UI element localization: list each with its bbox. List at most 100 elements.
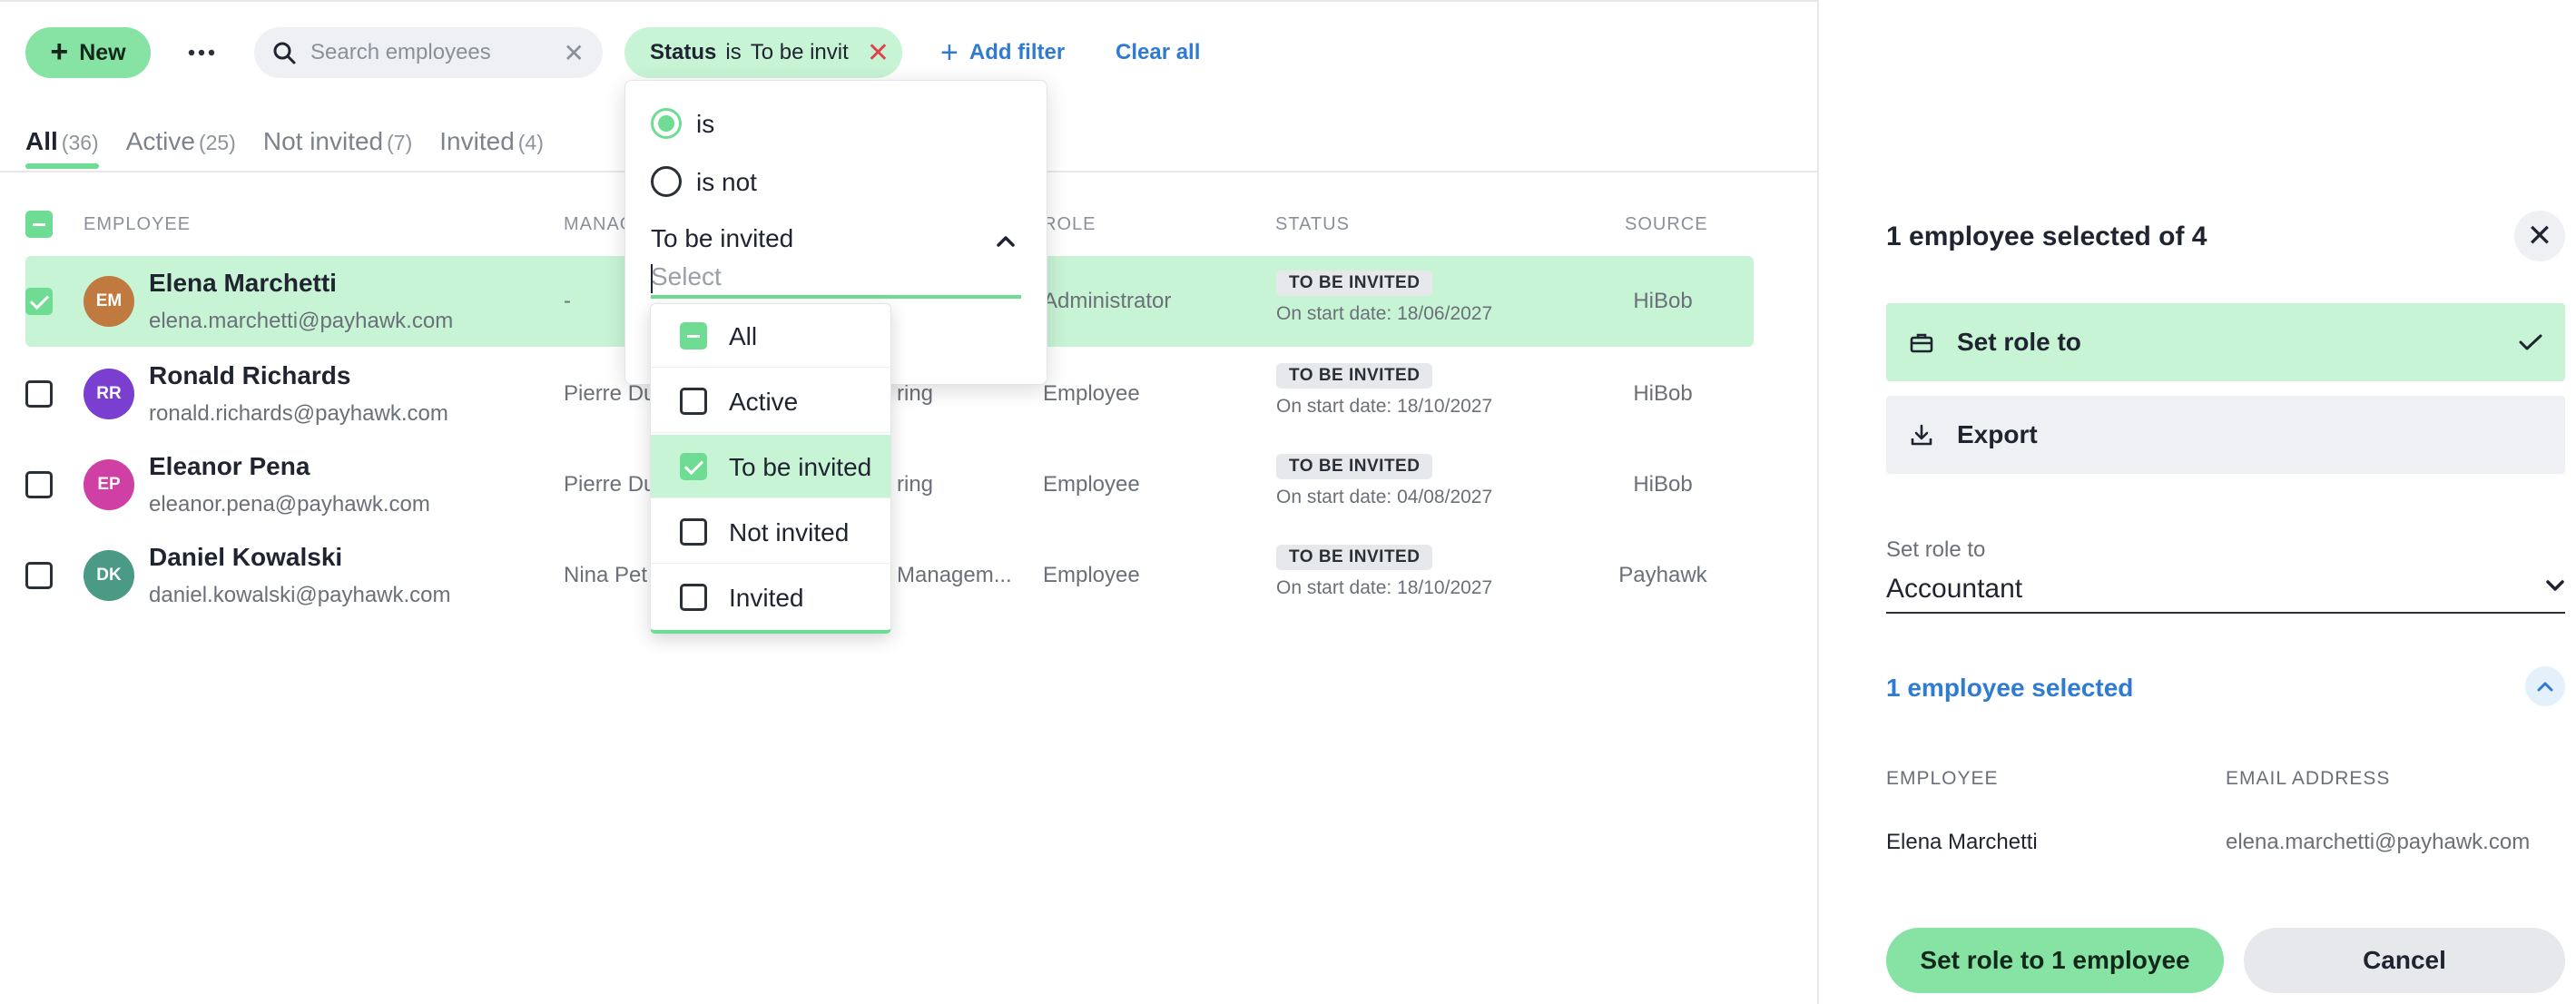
employee-name: Ronald Richards — [149, 361, 351, 389]
column-header-email: EMAIL ADDRESS — [2226, 768, 2391, 789]
more-options-button[interactable] — [182, 34, 221, 71]
option-checkbox — [680, 518, 707, 546]
new-button[interactable]: + New — [25, 27, 151, 78]
column-header-status[interactable]: STATUS — [1275, 214, 1350, 235]
tab-label: Not invited — [262, 127, 384, 155]
briefcase-icon — [1908, 331, 1935, 353]
text-caret — [651, 264, 653, 293]
source-cell: Payhawk — [1618, 563, 1707, 587]
tab-active[interactable]: Active (25) — [126, 127, 236, 169]
selected-summary-toggle[interactable]: 1 employee selected — [1886, 674, 2133, 703]
search-icon — [273, 42, 296, 64]
option-label: All — [729, 322, 758, 350]
tab-label: Invited — [439, 127, 515, 155]
filter-chip-value: To be invit — [750, 40, 849, 64]
new-button-label: New — [79, 39, 126, 65]
tab-count: (25) — [198, 131, 236, 154]
row-checkbox[interactable] — [25, 380, 53, 408]
action-set-role[interactable]: Set role to — [1886, 303, 2565, 381]
option-not-invited[interactable]: Not invited — [651, 500, 890, 564]
tab-label: All — [25, 127, 58, 155]
column-header-source[interactable]: SOURCE — [1625, 214, 1708, 235]
option-label: Invited — [729, 584, 804, 612]
employee-name: Elena Marchetti — [149, 269, 337, 297]
avatar: DK — [84, 550, 134, 601]
status-badge: TO BE INVITED — [1276, 363, 1433, 389]
tab-count: (7) — [387, 131, 413, 154]
start-date: On start date: 18/06/2027 — [1276, 303, 1493, 324]
cancel-button[interactable]: Cancel — [2244, 928, 2565, 993]
row-checkbox[interactable] — [25, 471, 53, 498]
plus-icon: + — [50, 34, 69, 69]
option-to-be-invited[interactable]: To be invited — [651, 435, 890, 498]
option-label: To be invited — [729, 453, 872, 481]
manager-cell: - — [564, 289, 571, 313]
option-checkbox — [680, 322, 707, 349]
option-checkbox — [680, 388, 707, 415]
more-horizontal-icon — [188, 49, 215, 56]
role-select[interactable]: Accountant — [1886, 574, 2565, 614]
clear-search-icon[interactable]: ✕ — [564, 38, 585, 68]
panel-title: 1 employee selected of 4 — [1886, 221, 2207, 251]
start-date: On start date: 18/10/2027 — [1276, 577, 1493, 598]
option-all[interactable]: All — [651, 304, 890, 368]
option-active[interactable]: Active — [651, 369, 890, 433]
source-cell: HiBob — [1633, 472, 1693, 497]
status-select-input[interactable] — [651, 259, 1021, 299]
radio-is-not-label: is not — [696, 168, 757, 196]
manager-cell: Pierre Du — [564, 472, 656, 497]
check-icon — [2519, 334, 2542, 350]
action-export[interactable]: Export — [1886, 396, 2565, 474]
employee-email: ronald.richards@payhawk.com — [149, 401, 448, 426]
set-role-submit-button[interactable]: Set role to 1 employee — [1886, 928, 2224, 993]
option-invited[interactable]: Invited — [651, 566, 890, 629]
option-checkbox — [680, 453, 707, 480]
row-checkbox[interactable] — [25, 562, 53, 589]
clear-all-link[interactable]: Clear all — [1116, 40, 1200, 65]
option-checkbox — [680, 584, 707, 611]
action-label: Set role to — [1957, 328, 2081, 356]
department-cell: ring — [897, 472, 934, 497]
radio-is[interactable] — [651, 108, 682, 139]
tab-bar: All (36) Active (25) Not invited (7) Inv… — [25, 127, 544, 169]
add-filter-button[interactable]: + Add filter — [940, 36, 1065, 69]
filter-chip-key: Status — [650, 40, 717, 64]
add-filter-label: Add filter — [968, 40, 1066, 64]
manager-cell: Nina Pet — [564, 563, 648, 587]
tab-label: Active — [125, 127, 195, 155]
remove-filter-icon[interactable]: ✕ — [867, 37, 890, 69]
column-header-role[interactable]: ROLE — [1043, 214, 1096, 235]
radio-is-not[interactable] — [651, 166, 682, 197]
select-all-checkbox[interactable] — [25, 211, 53, 238]
role-cell: Employee — [1043, 381, 1140, 406]
employee-email: elena.marchetti@payhawk.com — [149, 309, 454, 333]
employee-email: daniel.kowalski@payhawk.com — [149, 583, 451, 607]
department-cell: Managem... — [897, 563, 1012, 587]
source-cell: HiBob — [1633, 289, 1693, 313]
tab-all[interactable]: All (36) — [25, 127, 99, 169]
row-checkbox[interactable] — [25, 288, 53, 315]
tab-invited[interactable]: Invited (4) — [439, 127, 544, 169]
collapse-button[interactable] — [2525, 666, 2565, 706]
radio-is-label: is — [696, 110, 715, 138]
search-box: ✕ — [254, 27, 603, 78]
role-cell: Administrator — [1043, 289, 1172, 313]
status-filter-chip[interactable]: Status is To be invit ✕ — [624, 27, 902, 78]
search-input[interactable] — [310, 40, 556, 65]
close-panel-button[interactable]: ✕ — [2514, 211, 2565, 261]
chevron-up-icon — [2537, 682, 2553, 692]
tab-not-invited[interactable]: Not invited (7) — [263, 127, 412, 169]
start-date: On start date: 04/08/2027 — [1276, 487, 1493, 507]
chevron-up-icon[interactable] — [996, 235, 1016, 248]
status-badge: TO BE INVITED — [1276, 271, 1433, 296]
source-cell: HiBob — [1633, 381, 1693, 406]
employee-name: Eleanor Pena — [149, 452, 310, 480]
status-select-label: To be invited — [651, 224, 794, 252]
column-header-employee[interactable]: EMPLOYEE — [84, 214, 191, 235]
role-field-label: Set role to — [1886, 537, 1986, 562]
selected-employee-name: Elena Marchetti — [1886, 830, 2038, 854]
filter-chip-operator: is — [725, 40, 742, 64]
chevron-down-icon — [2546, 580, 2564, 591]
option-label: Active — [729, 388, 799, 416]
close-icon: ✕ — [2526, 219, 2553, 253]
